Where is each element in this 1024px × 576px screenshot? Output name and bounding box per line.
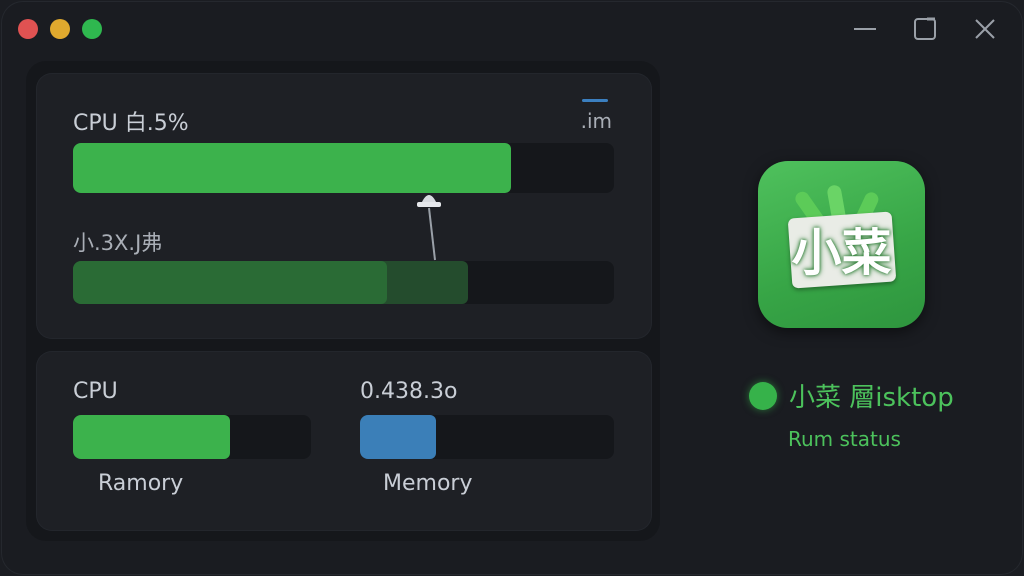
cpu-usage-bar [73,143,614,193]
memory-value-label: 0.438.3o [360,379,458,404]
secondary-usage-bar-fill [73,261,387,304]
bottom-cpu-bar-fill [73,415,231,459]
minimize-dot-button[interactable] [50,19,70,39]
minimize-icon [854,28,876,30]
usage-panel-bottom: CPU Ramory 0.438.3o Memory [36,351,652,531]
usage-panel-top: CPU 白.5% .im 小.3X.J弗 [36,73,652,339]
close-icon [975,19,995,39]
memory-bar-fill [360,415,437,459]
secondary-usage-bar [73,261,614,304]
bottom-cpu-label: CPU [73,379,118,404]
bottom-cpu-caption: Ramory [98,471,184,496]
secondary-usage-label: 小.3X.J弗 [73,231,163,255]
memory-caption: Memory [383,471,473,496]
zoom-dot-button[interactable] [82,19,102,39]
close-button[interactable] [973,17,997,41]
maximize-button[interactable] [913,17,937,41]
status-indicator-dot [749,381,777,410]
unit-label: .im [580,109,612,133]
close-dot-button[interactable] [18,19,38,39]
mouse-pointer-icon [417,195,441,261]
bottom-cpu-bar [73,415,311,459]
memory-bar [360,415,614,459]
app-icon-text: 小菜 [791,224,892,282]
app-status-row: 小菜 層isktop [749,377,954,414]
maximize-icon [914,17,936,40]
xiaocai-app-icon[interactable]: 小菜 [758,161,925,328]
traffic-lights [18,19,102,39]
app-name: 小菜 層isktop [789,383,954,413]
cpu-percent-label: CPU 白.5% [73,111,189,136]
window-controls [853,17,997,41]
app-window: CPU 白.5% .im 小.3X.J弗 CPU Ramory 0.438.3o… [1,1,1023,575]
minimize-button[interactable] [853,17,877,41]
unit-mark [582,99,608,102]
run-status-link[interactable]: Rum status [788,427,901,451]
